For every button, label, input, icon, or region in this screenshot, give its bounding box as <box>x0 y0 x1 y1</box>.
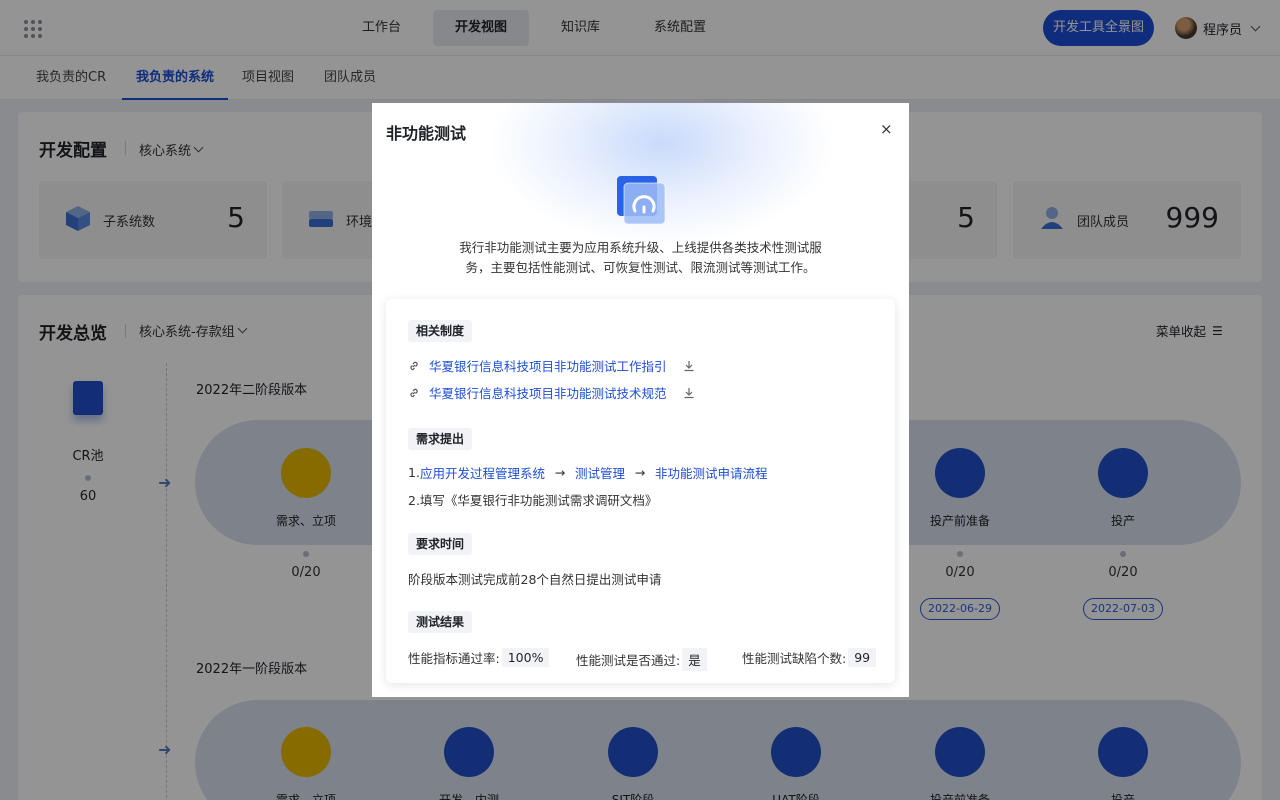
arrow-right-icon: → <box>554 465 566 480</box>
result-defects: 性能测试缺陷个数: 99 <box>742 648 877 667</box>
result-pass-rate: 性能指标通过率: 100% <box>408 648 550 667</box>
result-label: 性能指标通过率: <box>408 651 500 666</box>
section-tag-results: 测试结果 <box>408 611 473 633</box>
doc-link-label[interactable]: 华夏银行信息科技项目非功能测试技术规范 <box>429 383 667 402</box>
download-icon[interactable] <box>683 360 695 372</box>
flow-link-application[interactable]: 非功能测试申请流程 <box>655 463 768 482</box>
result-value: 100% <box>501 648 550 667</box>
non-functional-test-modal: 非功能测试 × 我行非功能测试主要为应用系统升级、上线提供各类技术性测试服务，主… <box>372 103 909 697</box>
modal-title: 非功能测试 <box>386 124 467 143</box>
close-icon[interactable]: × <box>880 120 893 138</box>
result-value: 是 <box>682 648 707 671</box>
flow-link-test-management[interactable]: 测试管理 <box>575 463 625 482</box>
info-card: 相关制度 华夏银行信息科技项目非功能测试工作指引 华夏银行信息科技项目非功能测试… <box>386 299 895 683</box>
doc-link-label[interactable]: 华夏银行信息科技项目非功能测试工作指引 <box>429 356 667 375</box>
flow-link-dev-process[interactable]: 应用开发过程管理系统 <box>420 463 545 482</box>
arrow-right-icon: → <box>634 465 646 480</box>
result-label: 性能测试缺陷个数: <box>742 651 847 666</box>
link-icon <box>410 388 418 397</box>
request-step-2: 2.填写《华夏银行非功能测试需求调研文档》 <box>408 493 658 508</box>
request-flow: 1. 应用开发过程管理系统 → 测试管理 → 非功能测试申请流程 <box>408 463 767 482</box>
step-number: 1. <box>408 465 420 480</box>
timing-text: 阶段版本测试完成前28个自然日提出测试申请 <box>408 572 662 587</box>
section-tag-request: 需求提出 <box>408 428 473 450</box>
result-passed: 性能测试是否通过: 是 <box>576 648 707 671</box>
doc-link-spec[interactable]: 华夏银行信息科技项目非功能测试技术规范 <box>408 383 695 402</box>
download-icon[interactable] <box>683 387 695 399</box>
section-tag-timing: 要求时间 <box>408 533 473 555</box>
modal-description: 我行非功能测试主要为应用系统升级、上线提供各类技术性测试服务，主要包括性能测试、… <box>459 240 822 275</box>
result-value: 99 <box>848 648 877 667</box>
result-label: 性能测试是否通过: <box>576 653 681 668</box>
doc-link-guideline[interactable]: 华夏银行信息科技项目非功能测试工作指引 <box>408 356 695 375</box>
section-tag-regulations: 相关制度 <box>408 320 473 342</box>
speed-test-icon <box>617 176 666 225</box>
link-icon <box>410 361 418 370</box>
